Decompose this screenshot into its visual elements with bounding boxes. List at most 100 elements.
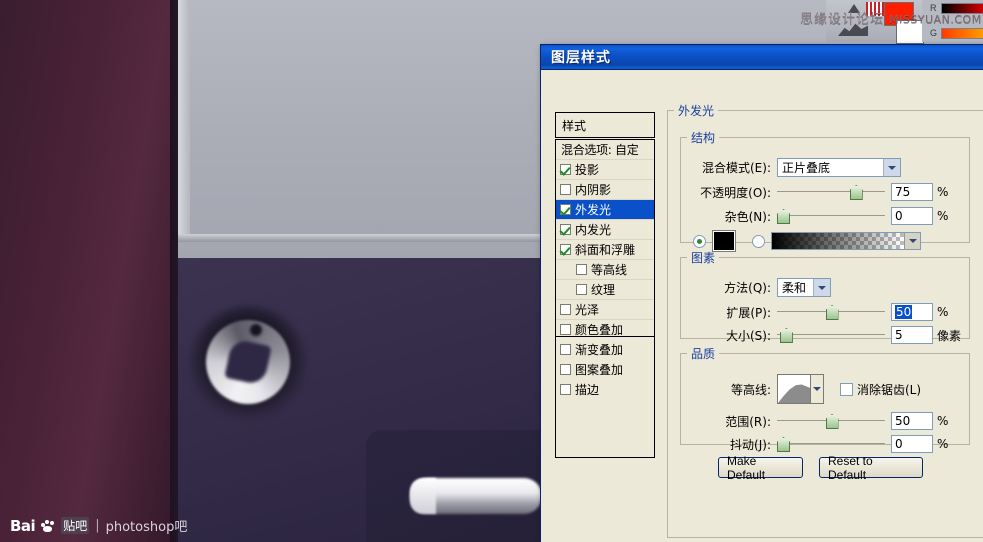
quality-legend: 品质 (691, 347, 716, 361)
spread-value: 50 (895, 305, 913, 319)
watermark-baidu-tieba: Bai 贴吧 | photoshop吧 (10, 516, 187, 536)
layer-style-dialog: 图层样式 样式 混合选项: 自定 投影内阴影外发光内发光斜面和浮雕等高线纹理 光泽… (540, 44, 983, 542)
noise-slider-thumb[interactable] (777, 209, 790, 224)
style-list-item[interactable]: 等高线 (556, 260, 654, 280)
checkbox-icon[interactable] (576, 284, 587, 295)
background-left-wall (0, 0, 178, 542)
style-list-item[interactable]: 斜面和浮雕 (556, 240, 654, 260)
background-pill-highlight (410, 478, 436, 514)
style-list-item[interactable]: 纹理 (556, 280, 654, 300)
style-list-item-label: 内发光 (575, 223, 612, 237)
range-input[interactable]: 50 (891, 412, 933, 430)
styles-header: 样式 (555, 112, 655, 138)
spread-input[interactable]: 50 (891, 303, 933, 321)
technique-value: 柔和 (782, 281, 807, 295)
jitter-slider[interactable] (777, 437, 885, 452)
watermark-missyuan-cn: 思缘设计论坛 (800, 12, 885, 27)
spread-slider[interactable] (777, 305, 885, 320)
checkbox-icon[interactable] (560, 304, 571, 315)
checkbox-icon[interactable] (560, 184, 571, 195)
spread-slider-thumb[interactable] (825, 305, 839, 320)
checkbox-icon[interactable] (560, 384, 571, 395)
style-list-item-label: 图案叠加 (575, 363, 624, 377)
opacity-slider-thumb[interactable] (849, 185, 863, 200)
contour-preview[interactable] (777, 374, 811, 404)
range-value: 50 (895, 414, 911, 428)
noise-slider[interactable] (777, 209, 885, 224)
glow-gradient-radio[interactable] (752, 234, 765, 248)
noise-input[interactable]: 0 (891, 207, 933, 225)
contour-label: 等高线: (730, 382, 771, 397)
watermark-missyuan-domain: MISSYUAN.COM (889, 13, 982, 26)
range-slider-thumb[interactable] (825, 414, 839, 429)
glow-gradient-picker[interactable] (771, 232, 921, 250)
jitter-slider-thumb[interactable] (777, 437, 790, 452)
watermark-baidu-brand: Bai (10, 516, 36, 535)
range-slider[interactable] (777, 414, 885, 429)
style-list-item[interactable]: 内发光 (556, 220, 654, 240)
spread-label: 扩展(P): (726, 305, 771, 320)
gradient-chevron-down-icon[interactable] (904, 233, 920, 249)
color-channel-g-label: G (930, 28, 938, 38)
style-list-item[interactable]: 内阴影 (556, 180, 654, 200)
style-list-item-label: 描边 (575, 383, 600, 397)
quality-group: 品质 等高线: 消除锯齿(L) 范围(R): 50 % 抖动(J): 0 % (680, 345, 970, 453)
styles-header-label: 样式 (562, 118, 587, 133)
antialias-checkbox[interactable] (840, 382, 853, 396)
chevron-down-icon[interactable] (883, 159, 900, 176)
checkbox-icon[interactable] (560, 344, 571, 355)
screenshot-root: R G 思缘设计论坛 MISSYUAN.COM Bai 贴吧 | photosh… (0, 0, 983, 542)
blending-options-label: 混合选项: 自定 (561, 143, 639, 157)
range-label: 范围(R): (725, 414, 771, 429)
outer-glow-group: 外发光 结构 混合模式(E): 正片叠底 不透明度(O): 75 % 杂色(N)… (667, 102, 983, 538)
style-list[interactable]: 混合选项: 自定 投影 内阴影 外发光 内发光 斜面和浮雕 等高线 纹理 光泽 颜色叠加 渐变叠加… (555, 139, 655, 400)
checkbox-icon[interactable] (560, 324, 571, 335)
size-slider[interactable] (777, 328, 885, 343)
blend-mode-label: 混合模式(E): (702, 161, 771, 175)
default-buttons-row: Make Default Reset to Default (718, 454, 923, 482)
style-list-item-label: 内阴影 (575, 183, 612, 197)
background-ring-notch (250, 324, 262, 336)
size-slider-thumb[interactable] (779, 328, 793, 343)
make-default-button[interactable]: Make Default (718, 454, 803, 482)
opacity-slider[interactable] (777, 185, 885, 200)
styles-column: 样式 混合选项: 自定 投影 内阴影 外发光 内发光 斜面和浮雕 等高线 纹理 光泽 颜色叠加渐… (555, 112, 655, 458)
blend-mode-dropdown[interactable]: 正片叠底 (777, 158, 901, 177)
noise-unit: % (937, 209, 949, 223)
glow-color-radio[interactable] (693, 234, 706, 248)
size-input[interactable]: 5 (891, 326, 933, 344)
baidu-paw-icon (41, 519, 55, 532)
contour-chevron-down-icon[interactable] (811, 374, 824, 404)
blend-mode-value: 正片叠底 (782, 161, 831, 175)
structure-legend: 结构 (691, 131, 716, 145)
jitter-label: 抖动(J): (730, 437, 771, 452)
reset-to-default-button[interactable]: Reset to Default (819, 454, 923, 482)
checkbox-checked-icon[interactable] (560, 224, 571, 235)
jitter-input[interactable]: 0 (891, 435, 933, 453)
style-list-item-label: 颜色叠加 (575, 323, 624, 337)
checkbox-checked-icon[interactable] (560, 244, 571, 255)
watermark-missyuan: 思缘设计论坛 MISSYUAN.COM (800, 8, 982, 27)
opacity-input[interactable]: 75 (891, 183, 933, 201)
style-list-item-label: 等高线 (591, 263, 628, 277)
technique-chevron-down-icon[interactable] (813, 279, 830, 296)
checkbox-checked-icon[interactable] (560, 164, 571, 175)
checkbox-icon[interactable] (560, 364, 571, 375)
style-list-item-label: 投影 (575, 163, 600, 177)
technique-label: 方法(Q): (724, 281, 771, 295)
opacity-value: 75 (895, 185, 911, 199)
watermark-tieba-label: 贴吧 (61, 517, 90, 534)
checkbox-icon[interactable] (576, 264, 587, 275)
dialog-titlebar[interactable]: 图层样式 (541, 45, 983, 70)
technique-dropdown[interactable]: 柔和 (777, 278, 831, 297)
size-label: 大小(S): (725, 328, 771, 343)
style-item-blending-options[interactable]: 混合选项: 自定 (556, 140, 654, 160)
color-channel-g-slider[interactable] (941, 28, 983, 39)
style-list-item[interactable]: 外发光 (556, 200, 654, 220)
watermark-separator: | (95, 518, 100, 533)
elements-legend: 图素 (691, 251, 716, 265)
jitter-unit: % (937, 437, 949, 451)
style-list-item[interactable]: 投影 (556, 160, 654, 180)
style-list-item[interactable]: 光泽 (556, 300, 654, 320)
checkbox-checked-icon[interactable] (560, 204, 571, 215)
